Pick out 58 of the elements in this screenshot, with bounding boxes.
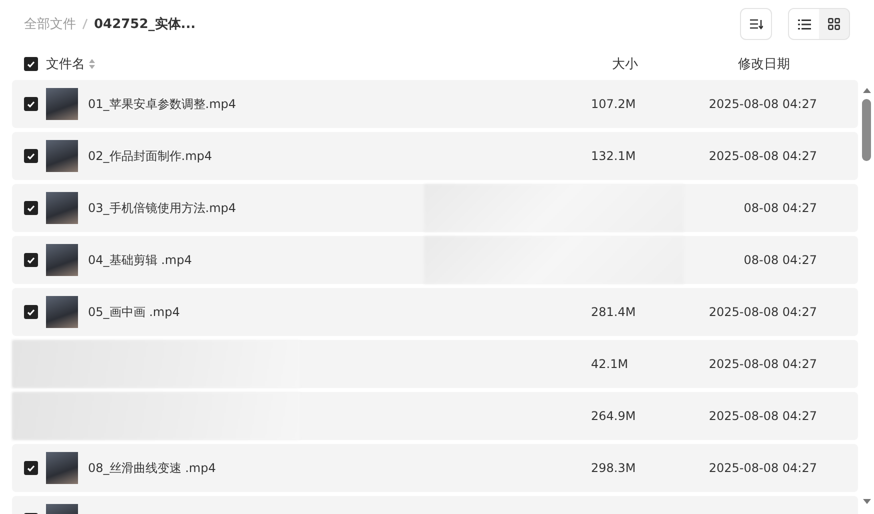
sort-button[interactable]	[740, 8, 772, 40]
modified-date: 2025-08-08 04:27	[708, 461, 817, 475]
column-header: 修改日期	[738, 56, 790, 73]
file-size: 132.1M	[591, 149, 636, 163]
file-size: 107.2M	[591, 97, 636, 111]
file-size: 281.4M	[591, 305, 636, 319]
row-checkbox[interactable]	[24, 97, 38, 111]
breadcrumb-separator-icon	[82, 18, 88, 30]
modified-date: 08-08 04:27	[744, 201, 817, 215]
check-icon	[27, 464, 35, 472]
list-view-button[interactable]	[789, 9, 819, 39]
check-icon	[27, 100, 35, 108]
modified-date: 2025-08-08 04:27	[708, 357, 817, 371]
file-row[interactable]: 05_画中画 .mp4 281.4M 2025-08-08 04:27	[12, 288, 858, 336]
row-checkbox[interactable]	[24, 305, 38, 319]
check-icon	[27, 60, 35, 68]
file-row[interactable]: 02_作品封面制作.mp4 132.1M 2025-08-08 04:27	[12, 132, 858, 180]
file-row[interactable]: 01_苹果安卓参数调整.mp4 107.2M 2025-08-08 04:27	[12, 80, 858, 128]
photo-placeholder	[46, 140, 78, 172]
file-name: 02_作品封面制作.mp4	[88, 148, 212, 162]
row-checkbox[interactable]	[24, 201, 38, 215]
grid-icon	[828, 18, 840, 30]
file-row[interactable]: 08_丝滑曲线变速 .mp4 298.3M 2025-08-08 04:27	[12, 444, 858, 492]
check-icon	[27, 308, 35, 316]
select-all-checkbox[interactable]	[24, 57, 38, 71]
check-icon	[27, 152, 35, 160]
current-folder: 042752_实体...	[94, 16, 196, 33]
photo-placeholder	[46, 192, 78, 224]
list-icon	[798, 18, 810, 30]
photo-placeholder	[46, 88, 78, 120]
file-row[interactable]: 42.1M 2025-08-08 04:27	[12, 340, 858, 388]
photo-placeholder	[46, 452, 78, 484]
file-row[interactable]: 264.9M 2025-08-08 04:27	[12, 392, 858, 440]
modified-date: 2025-08-08 04:27	[708, 305, 817, 319]
sort-icon	[749, 18, 763, 30]
modified-date: 2025-08-08 04:27	[708, 149, 817, 163]
file-name: 01_苹果安卓参数调整.mp4	[88, 96, 236, 110]
file-size: 264.9M	[591, 409, 636, 423]
row-checkbox[interactable]	[24, 461, 38, 475]
file-row[interactable]: 03_手机倍镜使用方法.mp4 08-08 04:27	[12, 184, 858, 232]
file-size: 298.3M	[591, 461, 636, 475]
file-name: 04_基础剪辑 .mp4	[88, 252, 192, 266]
file-name: 08_丝滑曲线变速 .mp4	[88, 460, 216, 474]
modified-date: 08-08 04:27	[744, 253, 817, 267]
row-checkbox[interactable]	[24, 253, 38, 267]
file-name: 05_画中画 .mp4	[88, 304, 180, 318]
check-icon	[27, 204, 35, 212]
photo-placeholder	[46, 296, 78, 328]
modified-date: 2025-08-08 04:27	[708, 97, 817, 111]
row-checkbox[interactable]	[24, 149, 38, 163]
column-header: 大小	[612, 56, 638, 73]
check-icon	[27, 256, 35, 264]
file-name: 03_手机倍镜使用方法.mp4	[88, 200, 236, 214]
modified-date: 2025-08-08 04:27	[708, 409, 817, 423]
photo-placeholder	[46, 244, 78, 276]
file-row[interactable]: 04_基础剪辑 .mp4 08-08 04:27	[12, 236, 858, 284]
file-size: 42.1M	[591, 357, 628, 371]
column-header: 文件名	[46, 56, 85, 73]
